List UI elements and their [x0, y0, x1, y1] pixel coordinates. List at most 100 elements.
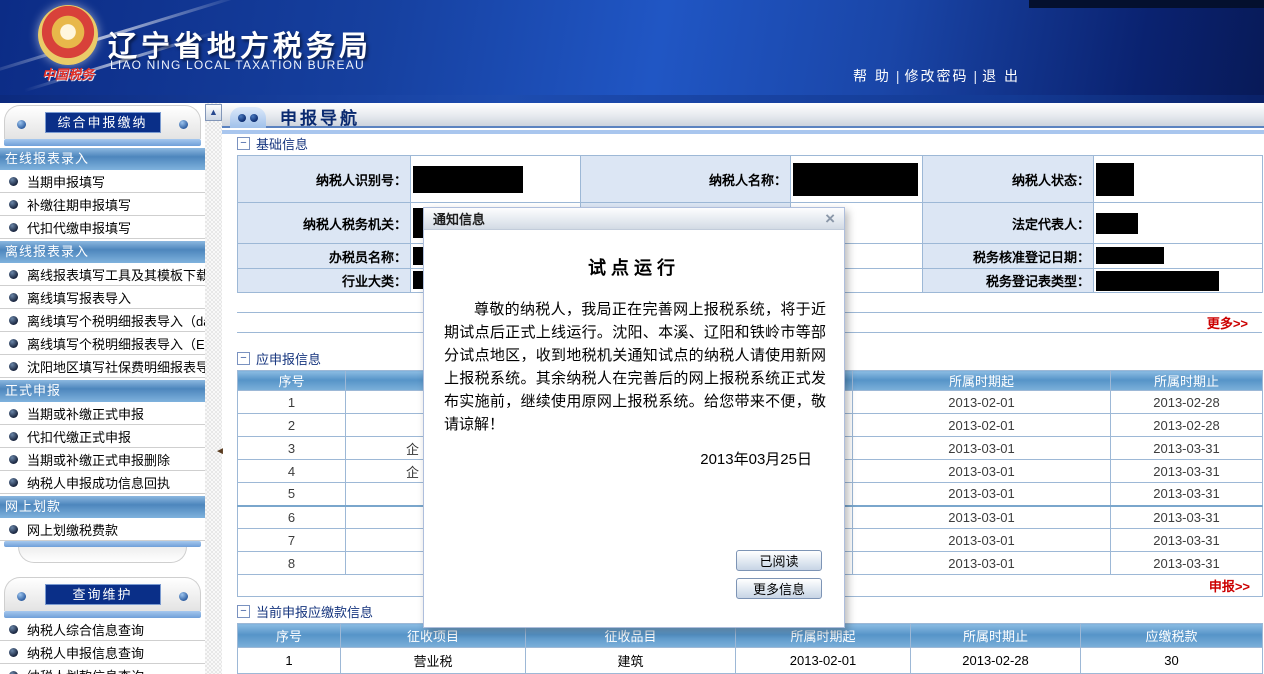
cell-period-end: 2013-02-28 — [1110, 413, 1263, 437]
sidebar-item[interactable]: 离线填写报表导入 — [0, 286, 205, 309]
cap-dot-icon — [17, 120, 26, 129]
cell-value: 1 — [237, 647, 341, 674]
bullet-icon — [9, 454, 18, 464]
sidebar-item[interactable]: 纳税人划款信息查询 — [0, 664, 205, 674]
more-link[interactable]: 更多>> — [1207, 316, 1248, 331]
notice-dialog: 通知信息 × 试点运行 尊敬的纳税人，我局正在完善网上报税系统，将于近期试点后正… — [423, 207, 845, 628]
table-row: 1 营业税 建筑 2013-02-01 2013-02-28 30 — [237, 647, 1263, 674]
sidebar-item[interactable]: 沈阳地区填写社保费明细报表导入 — [0, 355, 205, 378]
close-icon[interactable]: × — [825, 210, 835, 227]
sidebar-item-label: 离线报表填写工具及其模板下载 — [27, 267, 205, 283]
sidebar: 综合申报缴纳 在线报表录入 当期申报填写 补缴往期申报填写 代扣代缴申报填写 离线报表录入… — [0, 103, 205, 674]
sidebar-item[interactable]: 纳税人申报成功信息回执 — [0, 471, 205, 494]
sidebar-scrollbar[interactable] — [205, 103, 222, 674]
app-header: 中国税务 辽宁省地方税务局 LIAO NING LOCAL TAXATION B… — [0, 0, 1264, 95]
panel-title-button[interactable]: 综合申报缴纳 — [44, 112, 161, 133]
cell-period-start: 2013-02-01 — [852, 413, 1111, 437]
sidebar-item[interactable]: 离线报表填写工具及其模板下载 — [0, 263, 205, 286]
sidebar-item[interactable]: 纳税人综合信息查询 — [0, 618, 205, 641]
dialog-titlebar[interactable]: 通知信息 × — [424, 208, 844, 230]
nav-link[interactable]: 帮 助 — [853, 66, 891, 86]
field-value — [410, 155, 581, 203]
top-nav: 帮 助 | 修改密码 | 退 出 — [853, 66, 1020, 86]
sidebar-item-label: 离线填写个税明细报表导入（dat文 — [27, 313, 205, 329]
bullet-icon — [9, 670, 18, 674]
nav-separator: | — [895, 68, 900, 84]
cell-period-start: 2013-02-01 — [852, 390, 1111, 414]
scrollbar-up-button[interactable]: ▲ — [205, 104, 222, 121]
sidebar-item-label: 当期或补缴正式申报 — [27, 406, 145, 422]
bullet-icon — [9, 524, 18, 534]
field-label: 办税员名称： — [237, 243, 411, 269]
field-label: 纳税人名称： — [580, 155, 791, 203]
sidebar-item-label: 代扣代缴正式申报 — [27, 429, 132, 445]
cell-value: 2013-02-01 — [735, 647, 911, 674]
sidebar-item[interactable]: 补缴往期申报填写 — [0, 193, 205, 216]
sidebar-item[interactable]: 当期申报填写 — [0, 170, 205, 193]
sidebar-item-label: 离线填写个税明细报表导入（Excel — [27, 336, 205, 352]
nav-link[interactable]: 退 出 — [982, 66, 1020, 86]
cell-seq: 4 — [237, 459, 346, 483]
field-value — [1093, 268, 1263, 293]
field-label: 税务核准登记日期： — [922, 243, 1094, 269]
sidebar-item[interactable]: 当期或补缴正式申报 — [0, 402, 205, 425]
redacted-value — [413, 165, 523, 193]
title-underline — [222, 130, 1264, 134]
header-dark-strip — [1029, 0, 1264, 8]
sidebar-item-label: 纳税人申报信息查询 — [27, 645, 145, 661]
panel-title-button[interactable]: 查询维护 — [44, 584, 161, 605]
declare-link[interactable]: 申报>> — [1209, 579, 1250, 594]
cell-period-end: 2013-03-31 — [1110, 459, 1263, 483]
cell-period-start: 2013-03-01 — [852, 551, 1111, 575]
panel-bottom-cap — [4, 541, 201, 565]
nav-link[interactable]: 修改密码 — [905, 66, 969, 86]
field-label: 税务登记表类型： — [922, 268, 1094, 293]
column-header: 所属时期止 — [910, 623, 1081, 648]
sidebar-item[interactable]: 网上划缴税费款 — [0, 518, 205, 541]
sidebar-item-label: 纳税人划款信息查询 — [27, 666, 144, 674]
collapse-icon[interactable]: − — [237, 605, 250, 618]
cell-period-end: 2013-03-31 — [1110, 436, 1263, 460]
redacted-value — [1096, 270, 1219, 291]
cell-period-end: 2013-03-31 — [1110, 528, 1263, 552]
bullet-icon — [9, 624, 18, 634]
sidebar-item[interactable]: 离线填写个税明细报表导入（dat文 — [0, 309, 205, 332]
sidebar-item[interactable]: 代扣代缴正式申报 — [0, 425, 205, 448]
column-header: 应缴税款 — [1080, 623, 1263, 648]
payment-table-body: 1 营业税 建筑 2013-02-01 2013-02-28 30 — [237, 647, 1263, 674]
sidebar-item[interactable]: 代扣代缴申报填写 — [0, 216, 205, 239]
sidebar-item-label: 当期申报填写 — [27, 174, 106, 190]
collapse-handle-icon[interactable]: ◄ — [215, 446, 225, 457]
page-title: 申报导航 — [280, 109, 360, 128]
redacted-value — [1096, 162, 1134, 196]
collapse-icon[interactable]: − — [237, 352, 250, 365]
field-value — [790, 155, 923, 203]
sidebar-item[interactable]: 离线填写个税明细报表导入（Excel — [0, 332, 205, 355]
cell-period-end: 2013-03-31 — [1110, 482, 1263, 506]
bullet-icon — [9, 338, 18, 348]
collapse-icon[interactable]: − — [237, 137, 250, 150]
payment-table: 序号 征收项目 征收品目 所属时期起 所属时期止 应缴税款 1 营业税 建筑 2013-02-0… — [237, 623, 1263, 674]
dialog-heading: 试点运行 — [588, 258, 680, 278]
sidebar-item[interactable]: 当期或补缴正式申报删除 — [0, 448, 205, 471]
taxation-bureau-emblem-icon — [38, 5, 98, 65]
read-button[interactable]: 已阅读 — [736, 550, 822, 571]
payment-title: 当前申报应缴款信息 — [256, 605, 374, 620]
sidebar-item-label: 代扣代缴申报填写 — [27, 220, 132, 236]
cell-value: 2013-02-28 — [910, 647, 1081, 674]
field-value — [1093, 155, 1263, 203]
main-top-bar — [0, 95, 1264, 103]
field-label: 纳税人识别号： — [237, 155, 411, 203]
redacted-value — [1096, 247, 1164, 265]
cell-period-end: 2013-03-31 — [1110, 504, 1263, 529]
tab-dot-icon — [250, 113, 258, 122]
cell-period-start: 2013-03-01 — [852, 482, 1111, 506]
cell-period-start: 2013-03-01 — [852, 436, 1111, 460]
more-info-button[interactable]: 更多信息 — [736, 578, 822, 599]
sidebar-item-label: 离线填写报表导入 — [27, 290, 132, 306]
bullet-icon — [9, 647, 18, 657]
bullet-icon — [9, 222, 18, 232]
dialog-body: 尊敬的纳税人，我局正在完善网上报税系统，将于近期试点后正式上线运行。沈阳、本溪、… — [444, 301, 826, 433]
sidebar-item[interactable]: 纳税人申报信息查询 — [0, 641, 205, 664]
page-title-bar — [222, 103, 1264, 128]
